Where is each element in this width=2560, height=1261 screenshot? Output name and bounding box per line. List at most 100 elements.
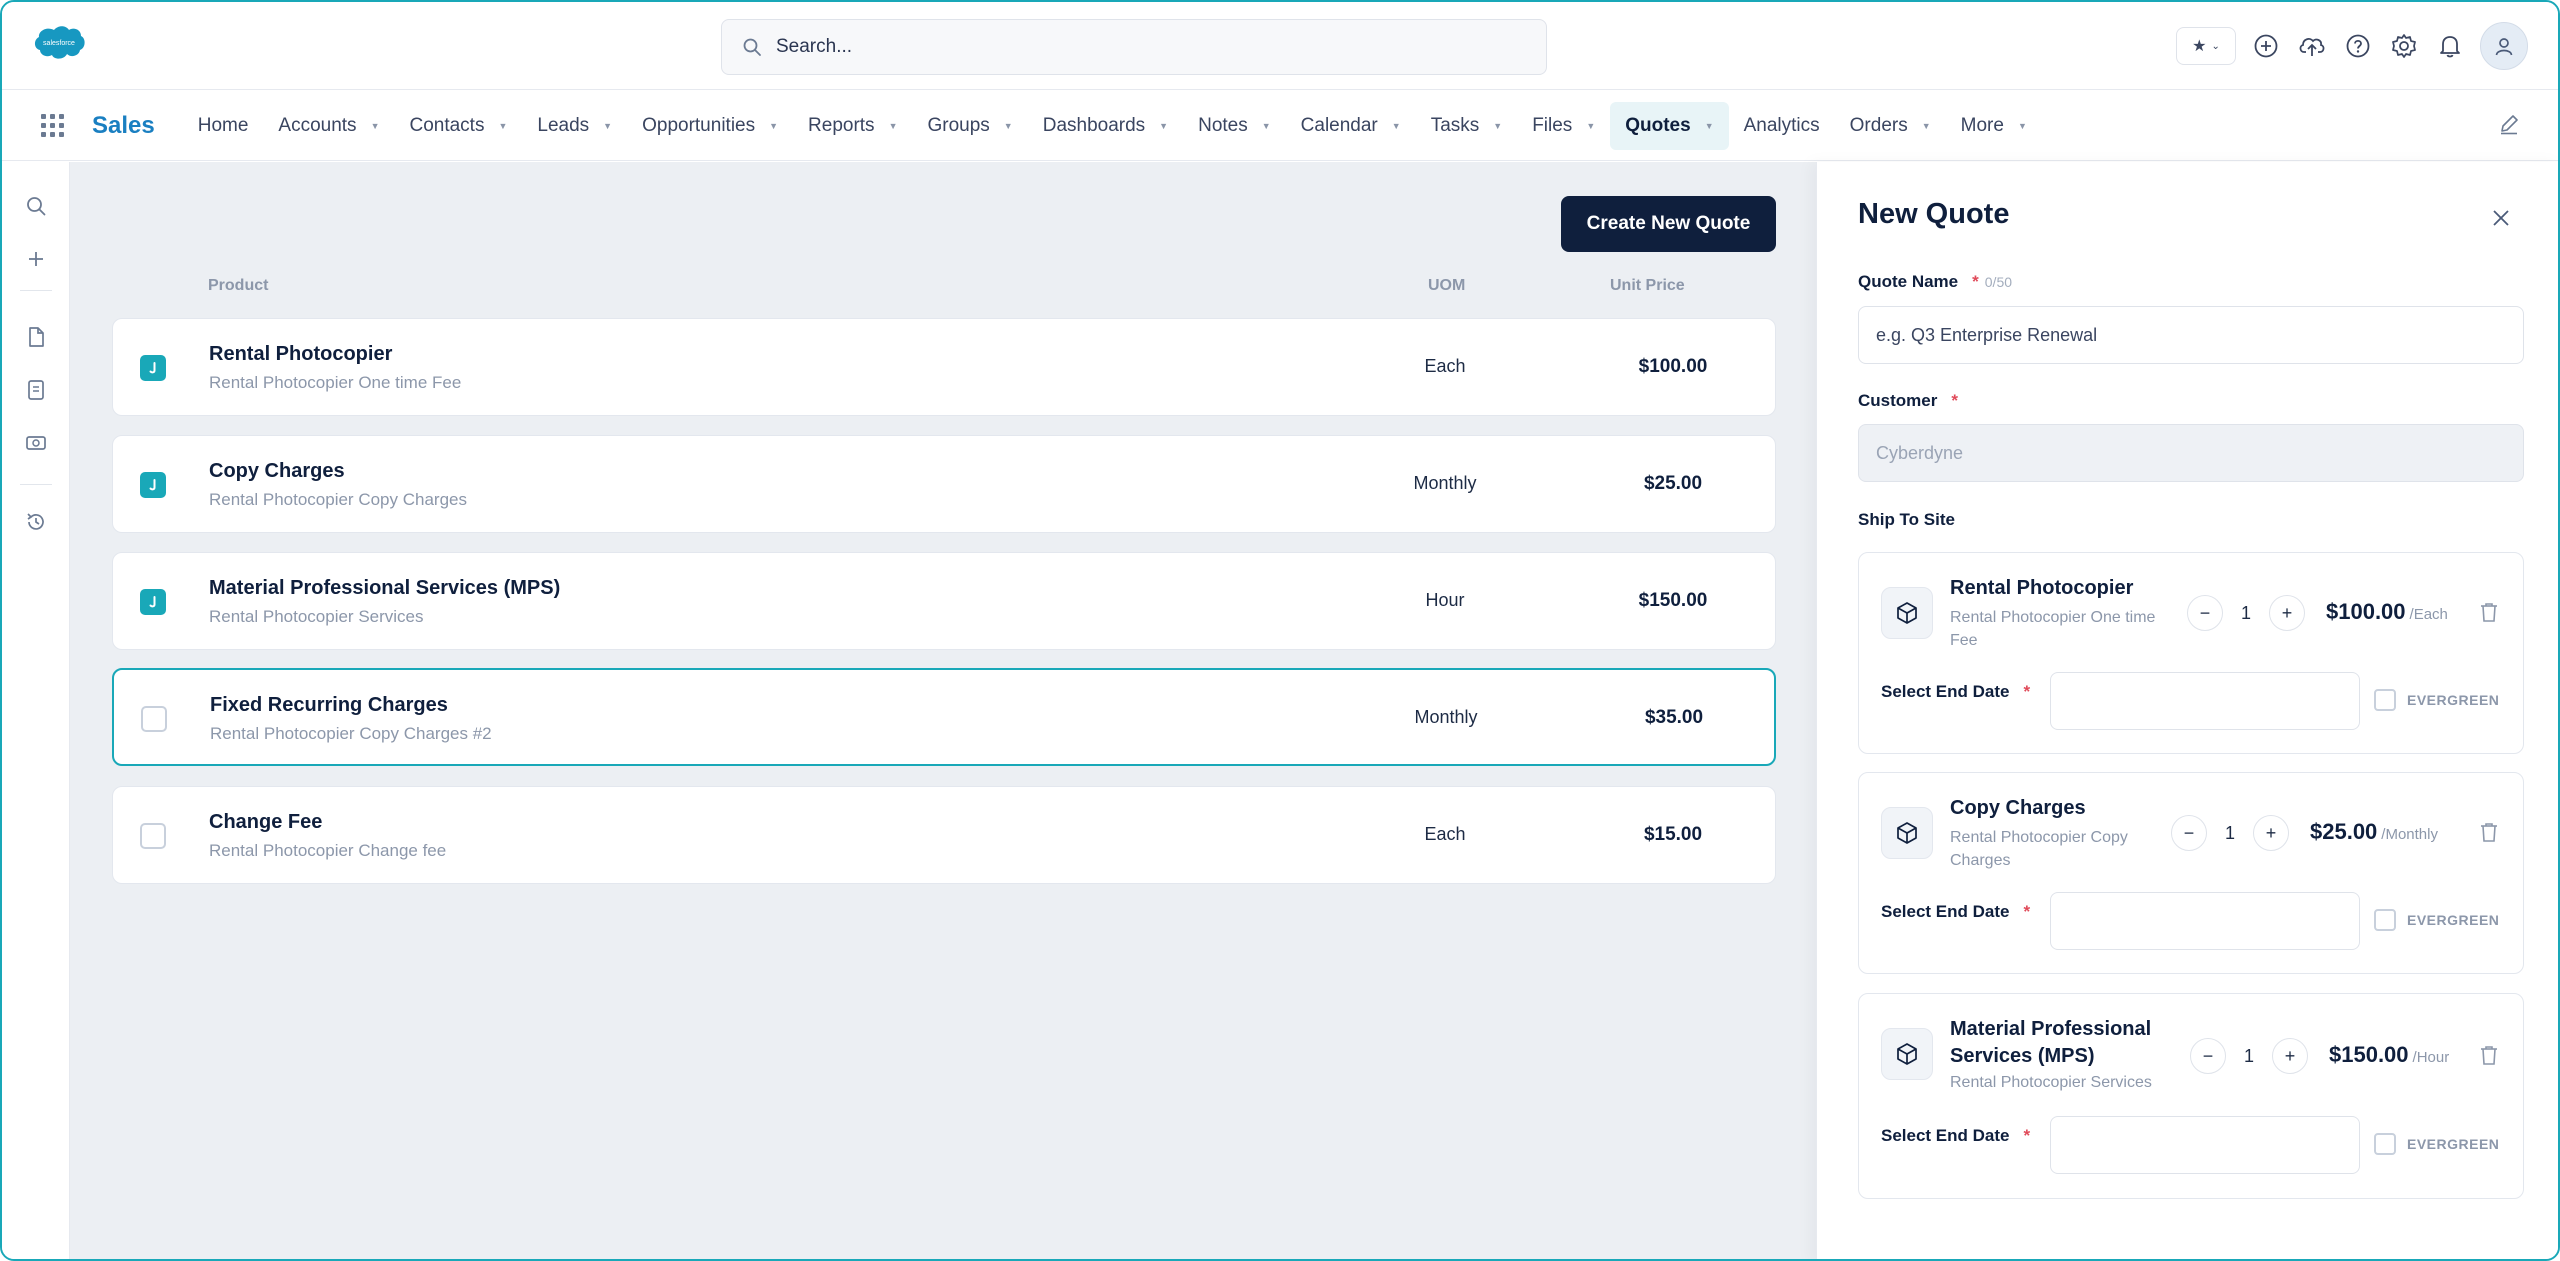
plus-icon[interactable] (24, 247, 48, 271)
nav-item-home[interactable]: Home (183, 102, 264, 150)
nav-item-reports[interactable]: Reports ▼ (793, 102, 912, 150)
quantity-value: 1 (2243, 1045, 2254, 1066)
product-row[interactable]: Material Professional Services (MPS) Ren… (112, 552, 1776, 650)
trash-icon[interactable] (2479, 1044, 2499, 1066)
product-row[interactable]: Rental Photocopier Rental Photocopier On… (112, 318, 1776, 416)
global-search[interactable] (721, 19, 1547, 75)
end-date-label: Select End Date * (1881, 902, 2030, 922)
nav-item-notes[interactable]: Notes ▼ (1183, 102, 1286, 150)
header-actions: ★ ⌄ (2176, 22, 2528, 70)
caret-down-icon[interactable]: ▼ (769, 121, 778, 131)
end-date-input[interactable] (2050, 1116, 2360, 1174)
search-input[interactable] (776, 36, 1476, 58)
bell-icon[interactable] (2434, 30, 2466, 62)
product-price: $150.00 (1638, 590, 1708, 611)
create-new-quote-button[interactable]: Create New Quote (1561, 196, 1776, 252)
caret-down-icon[interactable]: ▼ (1493, 121, 1502, 131)
upload-cloud-icon[interactable] (2296, 30, 2328, 62)
nav-item-opportunities[interactable]: Opportunities ▼ (627, 102, 793, 150)
evergreen-toggle[interactable]: EVERGREEN (2374, 909, 2499, 931)
add-icon[interactable] (2250, 30, 2282, 62)
caret-down-icon[interactable]: ▼ (889, 121, 898, 131)
nav-item-tasks[interactable]: Tasks ▼ (1416, 102, 1518, 150)
price-unit: /Each (2409, 606, 2448, 623)
trash-icon[interactable] (2479, 821, 2499, 843)
quote-name-input[interactable] (1858, 306, 2524, 364)
quote-line-item: Rental Photocopier Rental Photocopier On… (1858, 552, 2524, 754)
increment-button[interactable]: + (2272, 1038, 2308, 1074)
end-date-input[interactable] (2050, 892, 2360, 950)
trash-icon[interactable] (2479, 601, 2499, 623)
caret-down-icon[interactable]: ▼ (603, 121, 612, 131)
nav-item-groups[interactable]: Groups ▼ (912, 102, 1027, 150)
user-avatar-icon[interactable] (2480, 22, 2528, 70)
nav-item-analytics[interactable]: Analytics (1729, 102, 1835, 150)
end-date-input[interactable] (2050, 672, 2360, 730)
nav-tabs: Home Accounts ▼ Contacts ▼ Leads ▼ Opportun… (183, 91, 2042, 160)
edit-nav-icon[interactable] (2498, 113, 2520, 140)
column-header-unit-price[interactable]: Unit Price (1610, 277, 1685, 295)
product-row[interactable]: Copy Charges Rental Photocopier Copy Cha… (112, 435, 1776, 533)
nav-item-more[interactable]: More ▼ (1946, 102, 2042, 150)
notes-icon[interactable] (24, 378, 48, 402)
row-checkbox[interactable] (141, 706, 167, 732)
history-icon[interactable] (24, 510, 48, 534)
nav-item-orders[interactable]: Orders ▼ (1835, 102, 1946, 150)
settings-icon[interactable] (2388, 30, 2420, 62)
caret-down-icon[interactable]: ▼ (1705, 121, 1714, 131)
end-date-label: Select End Date * (1881, 1126, 2030, 1146)
row-checkbox[interactable] (140, 823, 166, 849)
evergreen-checkbox[interactable] (2374, 689, 2396, 711)
price-unit: /Monthly (2381, 826, 2438, 843)
column-header-uom[interactable]: UOM (1428, 277, 1465, 295)
caret-down-icon[interactable]: ▼ (1004, 121, 1013, 131)
favorites-button[interactable]: ★ ⌄ (2176, 27, 2236, 65)
evergreen-toggle[interactable]: EVERGREEN (2374, 689, 2499, 711)
increment-button[interactable]: + (2269, 595, 2305, 631)
nav-item-quotes[interactable]: Quotes ▼ (1610, 101, 1729, 150)
evergreen-checkbox[interactable] (2374, 1133, 2396, 1155)
global-header: salesforce ★ ⌄ (2, 2, 2558, 90)
document-icon[interactable] (24, 325, 48, 349)
caret-down-icon[interactable]: ▼ (1262, 121, 1271, 131)
caret-down-icon[interactable]: ▼ (1586, 121, 1595, 131)
decrement-button[interactable]: − (2171, 815, 2207, 851)
decrement-button[interactable]: − (2187, 595, 2223, 631)
caret-down-icon[interactable]: ▼ (1922, 121, 1931, 131)
row-checkbox[interactable] (140, 355, 166, 381)
nav-item-dashboards[interactable]: Dashboards ▼ (1028, 102, 1183, 150)
decrement-button[interactable]: − (2190, 1038, 2226, 1074)
product-description: Rental Photocopier Change fee (209, 841, 447, 860)
row-checkbox[interactable] (140, 589, 166, 615)
cash-icon[interactable] (24, 431, 48, 455)
increment-button[interactable]: + (2253, 815, 2289, 851)
product-row[interactable]: Change Fee Rental Photocopier Change fee… (112, 786, 1776, 884)
nav-item-leads[interactable]: Leads ▼ (522, 102, 627, 150)
nav-item-accounts[interactable]: Accounts ▼ (263, 102, 394, 150)
checkmark-icon (149, 596, 156, 608)
evergreen-toggle[interactable]: EVERGREEN (2374, 1133, 2499, 1155)
product-row[interactable]: Fixed Recurring Charges Rental Photocopi… (112, 668, 1776, 766)
nav-item-calendar[interactable]: Calendar ▼ (1286, 102, 1416, 150)
caret-down-icon[interactable]: ▼ (2018, 121, 2027, 131)
app-window: salesforce ★ ⌄ (0, 0, 2560, 1261)
nav-item-contacts[interactable]: Contacts ▼ (394, 102, 522, 150)
salesforce-logo[interactable]: salesforce (32, 24, 86, 62)
caret-down-icon[interactable]: ▼ (1159, 121, 1168, 131)
caret-down-icon[interactable]: ▼ (371, 121, 380, 131)
column-header-product[interactable]: Product (208, 277, 268, 295)
row-checkbox[interactable] (140, 472, 166, 498)
close-icon[interactable] (2490, 207, 2512, 229)
search-icon[interactable] (24, 194, 48, 218)
caret-down-icon[interactable]: ▼ (1392, 121, 1401, 131)
caret-down-icon[interactable]: ▼ (498, 121, 507, 131)
required-mark: * (2023, 1126, 2031, 1145)
help-icon[interactable] (2342, 30, 2374, 62)
app-launcher-icon[interactable] (41, 113, 65, 138)
required-mark: * (1972, 272, 1979, 291)
nav-item-files[interactable]: Files ▼ (1517, 102, 1610, 150)
nav-label: Home (197, 114, 249, 136)
price-value: $25.00 (2310, 819, 2378, 844)
product-description: Rental Photocopier Copy Charges #2 (210, 724, 492, 743)
evergreen-checkbox[interactable] (2374, 909, 2396, 931)
